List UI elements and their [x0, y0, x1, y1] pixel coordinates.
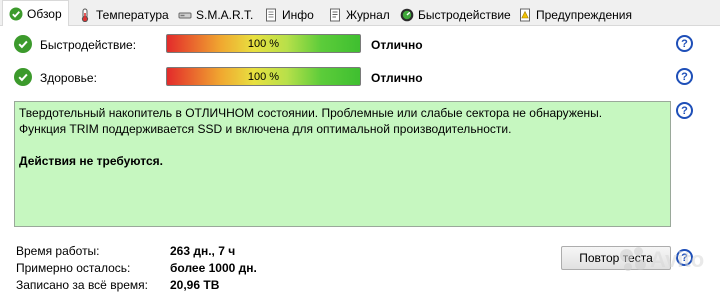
metric-label: Быстродействие: [40, 38, 137, 52]
drive-icon [178, 8, 192, 22]
progress-percent: 100 % [247, 37, 280, 50]
info-value: более 1000 дн. [170, 261, 257, 275]
tab-label: Температура [96, 7, 169, 22]
metric-status: Отлично [371, 71, 423, 85]
metric-status: Отлично [371, 38, 423, 52]
info-value: 20,96 TB [170, 278, 220, 292]
progress-percent: 100 % [247, 70, 280, 83]
tab-warnings[interactable]: Предупреждения [512, 3, 638, 26]
tab-info[interactable]: Инфо [258, 3, 320, 26]
tab-overview[interactable]: Обзор [2, 0, 69, 27]
help-icon[interactable]: ? [676, 68, 693, 85]
tab-label: S.M.A.R.T. [196, 7, 254, 22]
avito-watermark: Avito [620, 240, 720, 280]
check-icon [14, 35, 32, 53]
tab-label: Инфо [282, 7, 314, 22]
document-icon [264, 8, 278, 22]
message-line: Функция TRIM поддерживается SSD и включе… [19, 122, 512, 136]
check-icon [14, 68, 32, 86]
message-line: Твердотельный накопитель в ОТЛИЧНОМ сост… [19, 106, 603, 120]
help-icon[interactable]: ? [676, 102, 693, 119]
help-icon[interactable]: ? [676, 35, 693, 52]
info-label: Время работы: [16, 244, 100, 258]
thermometer-icon [78, 8, 92, 22]
tab-label: Журнал [346, 7, 390, 22]
avito-logo-icon [620, 247, 646, 273]
tab-journal[interactable]: Журнал [322, 3, 396, 26]
metric-row-health [14, 67, 32, 87]
tab-label: Обзор [27, 7, 62, 21]
health-progress-bar: 100 % [166, 67, 361, 86]
tab-strip: Обзор Температура S.M.A.R.T. Инфо Журнал… [0, 0, 720, 27]
metric-row-performance [14, 34, 32, 54]
tab-performance[interactable]: Быстродействие [394, 3, 517, 26]
tab-label: Предупреждения [536, 7, 632, 22]
tab-label: Быстродействие [418, 7, 511, 22]
info-value: 263 дн., 7 ч [170, 244, 236, 258]
speedometer-icon [400, 8, 414, 22]
info-label: Записано за всё время: [16, 278, 148, 292]
status-message-box: Твердотельный накопитель в ОТЛИЧНОМ сост… [14, 101, 671, 227]
check-circle-icon [9, 7, 23, 21]
info-label: Примерно осталось: [16, 261, 131, 275]
tab-smart[interactable]: S.M.A.R.T. [172, 3, 259, 26]
performance-progress-bar: 100 % [166, 34, 361, 53]
tab-temperature[interactable]: Температура [72, 3, 175, 26]
overview-panel: Быстродействие: 100 % Отлично ? Здоровье… [0, 26, 720, 304]
watermark-text: Avito [650, 247, 705, 272]
warning-document-icon [518, 8, 532, 22]
metric-label: Здоровье: [40, 71, 97, 85]
journal-icon [328, 8, 342, 22]
message-action: Действия не требуются. [19, 154, 163, 168]
